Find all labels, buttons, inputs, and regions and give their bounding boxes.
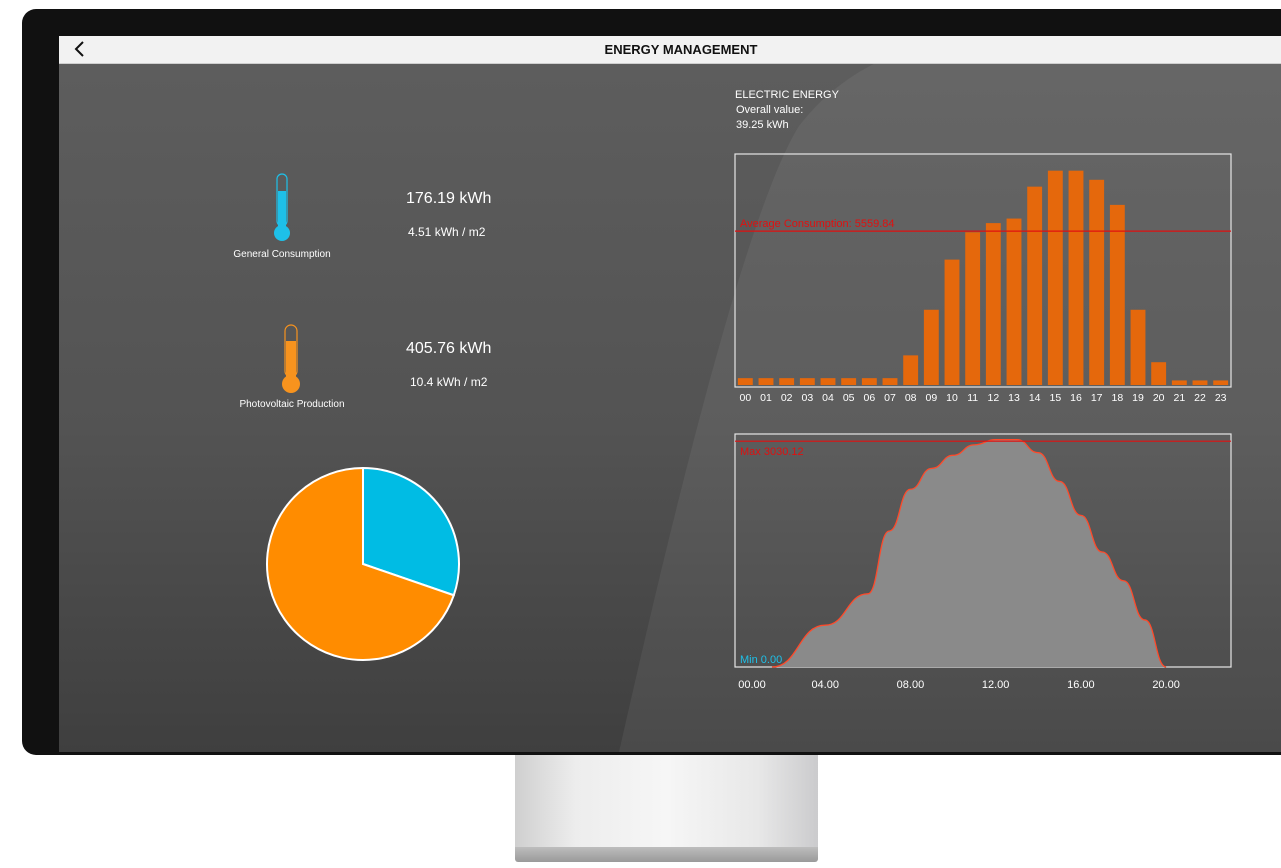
min-label: Min 0.00 — [740, 654, 782, 666]
bar — [758, 378, 774, 385]
bar — [1047, 170, 1063, 385]
title-bar: ENERGY MANAGEMENT — [59, 36, 1281, 64]
bar-tick-label: 11 — [967, 392, 978, 403]
bar-tick-label: 07 — [884, 392, 896, 403]
energy-overall-value: 39.25 kWh — [736, 119, 789, 131]
area-tick-label: 00.00 — [738, 679, 766, 691]
back-button[interactable] — [69, 38, 91, 60]
monitor-frame: ENERGY MANAGEMENT General Consumption 17… — [22, 9, 1281, 755]
bar-tick-label: 18 — [1111, 392, 1123, 403]
average-label: Average Consumption: 5559.84 — [740, 218, 895, 230]
bar-tick-label: 06 — [863, 392, 875, 403]
hourly-bar-chart: 00 01 02 03 04 05 06 07 08 09 10 11 12 13 14 15 16 17 18 19… — [734, 153, 1232, 403]
bar — [861, 378, 877, 385]
bar-tick-label: 23 — [1215, 392, 1227, 403]
bar — [737, 378, 753, 385]
page-title: ENERGY MANAGEMENT — [604, 42, 758, 57]
bar-tick-label: 13 — [1008, 392, 1020, 403]
bar — [965, 232, 981, 385]
monitor-stand-base — [515, 847, 818, 862]
bar-tick-label: 16 — [1070, 392, 1082, 403]
bar-tick-label: 08 — [905, 392, 917, 403]
bar — [1171, 380, 1187, 385]
area-tick-label: 16.00 — [1067, 679, 1095, 691]
bar-tick-label: 10 — [946, 392, 958, 403]
energy-title: ELECTRIC ENERGY — [735, 89, 839, 101]
app-screen: ENERGY MANAGEMENT General Consumption 17… — [59, 36, 1281, 752]
production-per-area: 10.4 kWh / m2 — [410, 375, 488, 389]
bar-tick-label: 04 — [822, 392, 834, 403]
bar — [1068, 170, 1084, 385]
bar — [1213, 380, 1229, 385]
consumption-total: 176.19 kWh — [406, 190, 492, 207]
area-tick-label: 08.00 — [897, 679, 925, 691]
consumption-label: General Consumption — [233, 249, 331, 260]
bar — [1006, 218, 1022, 385]
bar-chart-frame — [734, 153, 1232, 388]
bar-tick-label: 21 — [1173, 392, 1185, 403]
bar — [799, 378, 815, 385]
area-tick-label: 12.00 — [982, 679, 1010, 691]
pie-chart — [266, 466, 460, 661]
bar — [820, 378, 836, 385]
chevron-left-icon — [74, 41, 84, 57]
bar — [882, 378, 898, 385]
area-fill — [771, 439, 1167, 667]
consumption-thermometer-icon — [274, 173, 290, 241]
monitor-stand — [515, 755, 818, 850]
bar — [1089, 179, 1105, 385]
bar — [1027, 186, 1043, 385]
bar — [923, 309, 939, 385]
bar-tick-label: 05 — [843, 392, 855, 403]
production-total: 405.76 kWh — [406, 340, 492, 357]
bar-tick-label: 15 — [1049, 392, 1061, 403]
bar — [1130, 309, 1146, 385]
consumption-per-area: 4.51 kWh / m2 — [408, 225, 486, 239]
area-tick-label: 04.00 — [811, 679, 839, 691]
bar — [779, 378, 795, 385]
bar — [841, 378, 857, 385]
bar-tick-label: 09 — [925, 392, 937, 403]
bar-tick-label: 12 — [987, 392, 999, 403]
bar-tick-label: 22 — [1194, 392, 1206, 403]
bar-tick-label: 14 — [1029, 392, 1041, 403]
bar-tick-label: 17 — [1091, 392, 1103, 403]
bar — [1109, 204, 1125, 385]
production-thermometer-icon — [282, 324, 300, 393]
bar-tick-label: 19 — [1132, 392, 1144, 403]
bar-tick-label: 03 — [801, 392, 813, 403]
bar-tick-label: 01 — [760, 392, 772, 403]
bar-tick-label: 20 — [1153, 392, 1165, 403]
max-label: Max 3030.12 — [740, 446, 804, 458]
daily-area-chart: Max 3030.12 Min 0.00 00.00 04.00 08.00 12.00 1… — [734, 433, 1232, 691]
bar — [1192, 380, 1208, 385]
bar-tick-label: 02 — [781, 392, 793, 403]
energy-header: ELECTRIC ENERGY Overall value: 39.25 kWh — [735, 88, 839, 133]
bar — [903, 355, 919, 385]
production-label: Photovoltaic Production — [239, 399, 345, 410]
bar — [1151, 362, 1167, 385]
energy-overall-label: Overall value: — [736, 104, 804, 116]
bar — [944, 259, 960, 385]
bar-tick-label: 00 — [739, 392, 751, 403]
area-tick-label: 20.00 — [1152, 679, 1180, 691]
bar — [985, 223, 1001, 385]
